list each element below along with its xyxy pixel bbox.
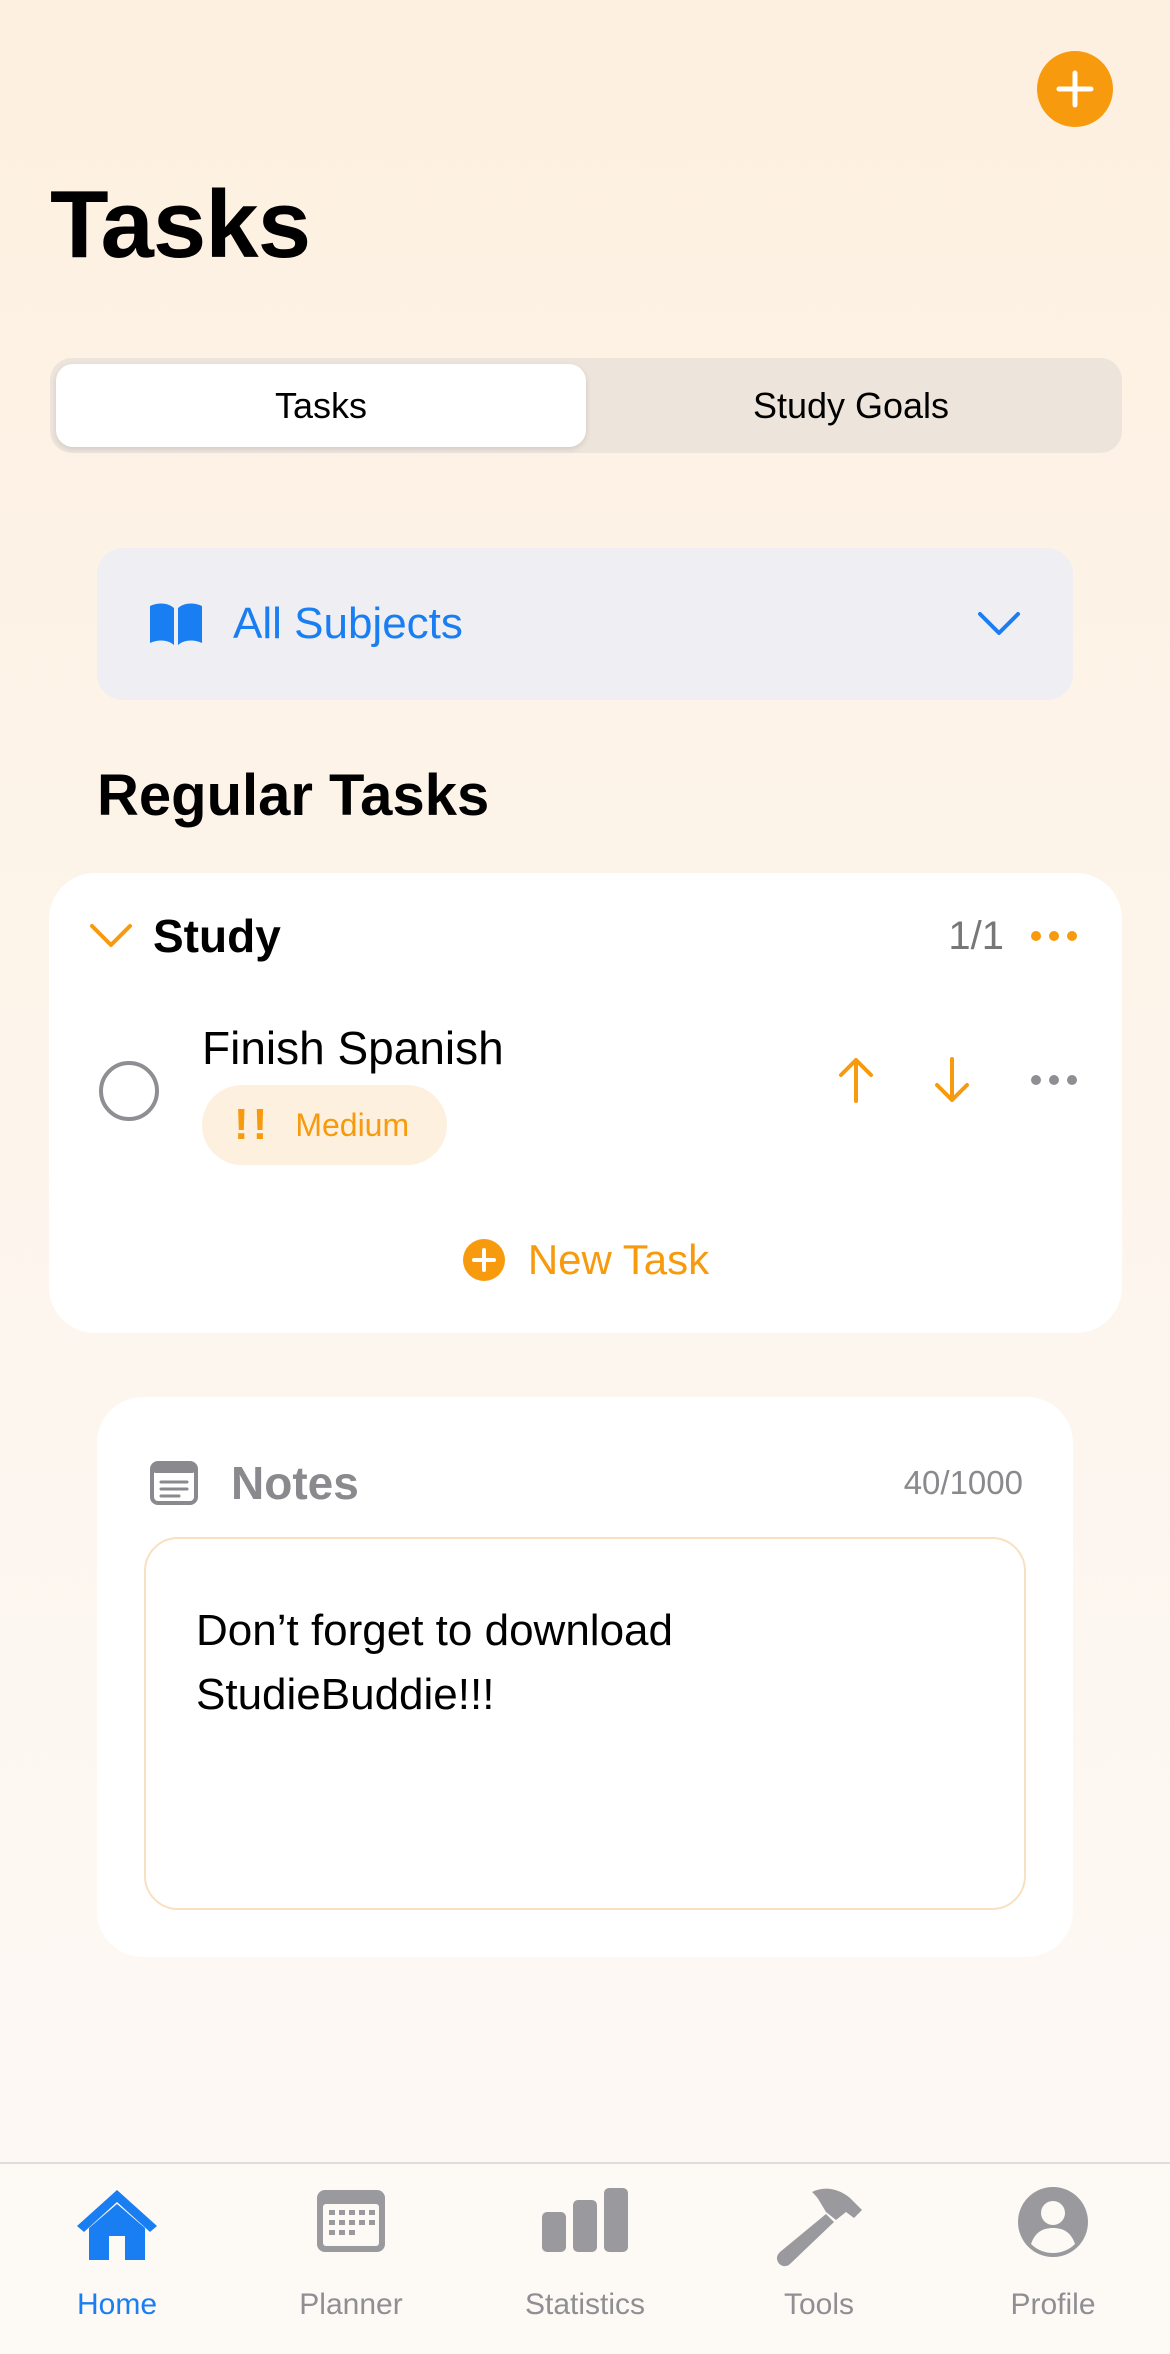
- arrow-down-icon[interactable]: [932, 1055, 972, 1105]
- tabbar-label: Tools: [783, 2288, 855, 2321]
- task-group-name: Study: [153, 910, 281, 962]
- priority-label: Medium: [295, 1106, 410, 1143]
- notes-header: Notes 40/1000: [149, 1447, 1023, 1519]
- tabbar-item-planner[interactable]: Planner: [234, 2164, 468, 2354]
- notes-card: Notes 40/1000 Don’t forget to download S…: [97, 1397, 1073, 1957]
- new-task-label: New Task: [527, 1236, 710, 1283]
- plus-circle-icon: [462, 1239, 505, 1281]
- more-icon[interactable]: [1030, 1074, 1078, 1086]
- task-complete-checkbox[interactable]: [99, 1061, 159, 1121]
- notes-textarea[interactable]: Don’t forget to download StudieBuddie!!!: [144, 1537, 1026, 1910]
- task-actions: [836, 1055, 1078, 1105]
- tabbar-label: Profile: [1010, 2288, 1096, 2321]
- subject-filter-dropdown[interactable]: All Subjects: [97, 548, 1073, 700]
- tabbar-item-profile[interactable]: Profile: [936, 2164, 1170, 2354]
- tabbar-label: Statistics: [524, 2288, 646, 2321]
- subject-filter-label: All Subjects: [233, 599, 463, 648]
- notes-title: Notes: [231, 1457, 359, 1509]
- task-row: Finish Spanish !! Medium: [99, 1011, 1078, 1165]
- more-icon[interactable]: [1030, 930, 1078, 942]
- tab-bar: Home Planner Statistics Tools Profile: [0, 2162, 1170, 2354]
- tabbar-item-tools[interactable]: Tools: [702, 2164, 936, 2354]
- priority-exclamation-icon: !!: [234, 1100, 272, 1149]
- hammer-icon: [776, 2188, 862, 2267]
- tabbar-item-home[interactable]: Home: [0, 2164, 234, 2354]
- plus-icon: [1056, 70, 1094, 108]
- notes-character-count: 40/1000: [903, 1464, 1023, 1501]
- task-group-card: Study 1/1 Finish Spanish !! Medium New T…: [49, 873, 1122, 1333]
- calendar-icon: [317, 2190, 385, 2252]
- chevron-down-icon: [978, 612, 1020, 635]
- tabbar-item-statistics[interactable]: Statistics: [468, 2164, 702, 2354]
- tab-tasks[interactable]: Tasks: [56, 364, 586, 447]
- notes-text: Don’t forget to download StudieBuddie!!!: [196, 1606, 673, 1719]
- new-task-button[interactable]: New Task: [49, 1236, 1122, 1284]
- tab-study-goals[interactable]: Study Goals: [586, 364, 1116, 447]
- home-icon: [77, 2190, 157, 2260]
- bar-chart-icon: [542, 2188, 628, 2252]
- person-icon: [1018, 2187, 1088, 2257]
- segmented-control: Tasks Study Goals: [50, 358, 1122, 453]
- section-title-regular-tasks: Regular Tasks: [97, 763, 490, 828]
- tabbar-label: Planner: [299, 2288, 403, 2321]
- task-group-count: 1/1: [948, 913, 1004, 958]
- priority-badge: !! Medium: [202, 1085, 447, 1165]
- add-button[interactable]: [1037, 51, 1113, 127]
- tabbar-label: Home: [76, 2288, 158, 2321]
- note-icon: [150, 1461, 198, 1505]
- book-icon: [150, 603, 202, 645]
- page-title: Tasks: [50, 171, 311, 278]
- task-group-header[interactable]: Study 1/1: [89, 903, 1078, 969]
- arrow-up-icon[interactable]: [836, 1055, 876, 1105]
- task-name[interactable]: Finish Spanish: [202, 1021, 504, 1075]
- chevron-down-icon: [90, 924, 132, 947]
